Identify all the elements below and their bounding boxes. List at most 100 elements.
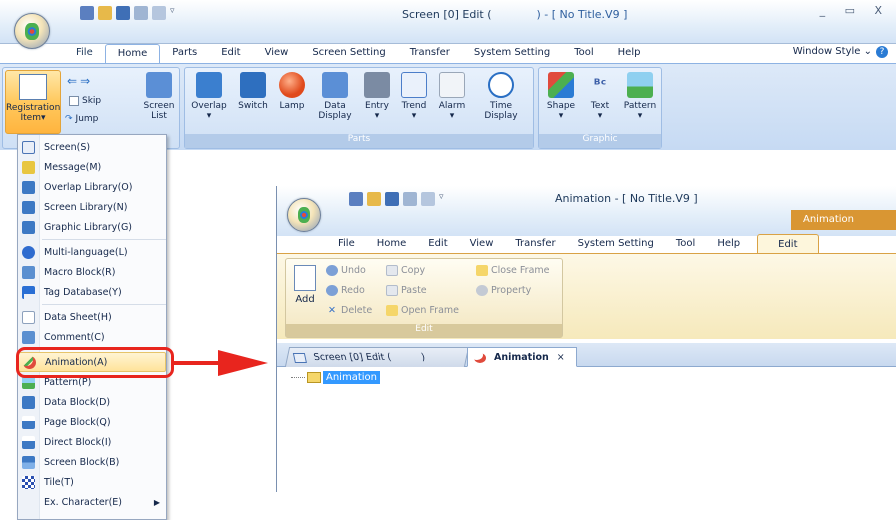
open-folder-icon[interactable] — [367, 192, 381, 206]
menu-item-tag-database[interactable]: Tag Database(Y) — [18, 282, 166, 302]
animation-doc-tab-label: Animation — [494, 352, 549, 363]
undo-icon[interactable] — [134, 6, 148, 20]
trend-button[interactable]: Trend ▾ — [397, 70, 431, 121]
tree-node-animation[interactable]: Animation — [323, 371, 380, 384]
delete-label: Delete — [341, 305, 373, 316]
save-icon[interactable] — [116, 6, 130, 20]
menu-item-data-sheet[interactable]: Data Sheet(H) — [18, 307, 166, 327]
menu-item-overlap-library[interactable]: Overlap Library(O) — [18, 177, 166, 197]
add-button[interactable]: Add — [290, 265, 320, 305]
pattern-button[interactable]: Pattern ▾ — [621, 70, 659, 121]
undo-icon[interactable] — [403, 192, 417, 206]
callout-arrow-head — [218, 350, 268, 376]
qat-customize-icon[interactable]: ▿ — [439, 192, 444, 206]
redo-icon[interactable] — [421, 192, 435, 206]
close-frame-folder-icon — [476, 265, 488, 276]
redo-button[interactable]: Redo — [326, 285, 365, 296]
animation-doc-tab[interactable]: Animation × — [467, 347, 577, 367]
tab-file[interactable]: File — [64, 44, 105, 64]
close-tab-icon[interactable]: × — [557, 352, 565, 363]
text-button[interactable]: ᴮᶜ Text ▾ — [583, 70, 617, 121]
menu-item-label: Multi-language(L) — [44, 246, 128, 258]
menu-item-label: Page Block(Q) — [44, 416, 111, 428]
tab-transfer[interactable]: Transfer — [398, 44, 462, 64]
undo-button[interactable]: Undo — [326, 265, 366, 276]
arrow-right-icon[interactable]: ⇒ — [80, 74, 90, 88]
alarm-button[interactable]: Alarm ▾ — [435, 70, 469, 121]
tab-file[interactable]: File — [327, 234, 366, 254]
switch-button[interactable]: Switch — [233, 70, 273, 111]
tab-view[interactable]: View — [459, 234, 505, 254]
menu-item-macro-block[interactable]: Macro Block(R) — [18, 262, 166, 282]
tab-parts[interactable]: Parts — [160, 44, 209, 64]
window-controls[interactable]: _ ▭ X — [820, 4, 890, 17]
application-orb-button[interactable] — [14, 13, 50, 49]
menu-item-ex-character[interactable]: Ex. Character(E) ▶ — [18, 492, 166, 512]
menu-item-comment[interactable]: Comment(C) — [18, 327, 166, 347]
menu-item-screen-library[interactable]: Screen Library(N) — [18, 197, 166, 217]
menu-item-data-block[interactable]: Data Block(D) — [18, 392, 166, 412]
entry-button[interactable]: Entry ▾ — [361, 70, 393, 121]
entry-label: Entry — [365, 101, 389, 111]
menu-item-tile[interactable]: Tile(T) — [18, 472, 166, 492]
tab-view[interactable]: View — [253, 44, 301, 64]
new-file-icon[interactable] — [80, 6, 94, 20]
overlap-button[interactable]: Overlap ▾ — [189, 70, 229, 121]
tab-help[interactable]: Help — [606, 44, 653, 64]
save-icon[interactable] — [385, 192, 399, 206]
registration-item-button[interactable]: Registration Item▾ — [5, 70, 61, 134]
menu-item-page-block[interactable]: Page Block(Q) — [18, 412, 166, 432]
tab-system-setting[interactable]: System Setting — [567, 234, 665, 254]
shape-button[interactable]: Shape ▾ — [543, 70, 579, 121]
tab-home[interactable]: Home — [366, 234, 418, 254]
quick-access-toolbar: ▿ — [80, 6, 175, 20]
tab-tool[interactable]: Tool — [562, 44, 605, 64]
close-frame-button[interactable]: Close Frame — [476, 265, 550, 276]
property-button[interactable]: Property — [476, 285, 531, 296]
menu-item-label: Graphic Library(G) — [44, 221, 133, 233]
lamp-button[interactable]: Lamp — [275, 70, 309, 111]
menu-item-message[interactable]: Message(M) — [18, 157, 166, 177]
jump-button[interactable]: ↷ Jump — [65, 114, 98, 124]
data-display-button[interactable]: Data Display — [315, 70, 355, 121]
copy-button[interactable]: Copy — [386, 265, 425, 276]
text-label: Text — [590, 101, 610, 111]
menu-item-graphic-library[interactable]: Graphic Library(G) — [18, 217, 166, 237]
open-frame-button[interactable]: Open Frame — [386, 305, 459, 316]
arrow-left-icon[interactable]: ⇐ — [67, 74, 77, 88]
tab-edit[interactable]: Edit — [209, 44, 252, 64]
folder-icon — [307, 372, 321, 383]
tab-screen-setting[interactable]: Screen Setting — [300, 44, 397, 64]
window-style-menu[interactable]: Window Style ⌄? — [793, 46, 888, 58]
menu-item-direct-block[interactable]: Direct Block(I) — [18, 432, 166, 452]
open-folder-icon[interactable] — [98, 6, 112, 20]
graphic-group: Shape ▾ ᴮᶜ Text ▾ Pattern ▾ Graphic — [538, 67, 662, 149]
tab-home[interactable]: Home — [104, 44, 161, 64]
menu-item-screen[interactable]: Screen(S) — [18, 137, 166, 157]
tab-animation-edit[interactable]: Edit — [757, 234, 819, 254]
delete-button[interactable]: ✕ Delete — [326, 305, 372, 316]
menu-item-screen-block[interactable]: Screen Block(B) — [18, 452, 166, 472]
qat-customize-icon[interactable]: ▿ — [170, 6, 175, 20]
highlight-callout — [16, 347, 174, 378]
help-icon[interactable]: ? — [876, 46, 888, 58]
time-display-button[interactable]: Time Display — [475, 70, 527, 121]
tab-system-setting[interactable]: System Setting — [462, 44, 562, 64]
redo-icon[interactable] — [152, 6, 166, 20]
screen-edit-doc-tab[interactable]: Screen [0] Edit ( ) — [284, 347, 470, 367]
screen-list-button[interactable]: Screen List — [139, 70, 179, 121]
tab-help[interactable]: Help — [706, 234, 751, 254]
animation-orb-button[interactable] — [287, 198, 321, 232]
tab-tool[interactable]: Tool — [665, 234, 706, 254]
menu-item-multi-language[interactable]: Multi-language(L) — [18, 242, 166, 262]
new-file-icon[interactable] — [349, 192, 363, 206]
skip-checkbox-box[interactable] — [69, 96, 79, 106]
tab-transfer[interactable]: Transfer — [504, 234, 566, 254]
back-forward-arrows[interactable]: ⇐ ⇒ — [67, 74, 90, 88]
entry-icon — [364, 72, 390, 98]
parts-group-label: Parts — [185, 134, 533, 148]
skip-checkbox[interactable]: Skip — [69, 96, 101, 106]
animation-window: ▿ Animation - [ No Title.V9 ] Animation … — [276, 186, 896, 492]
paste-button[interactable]: Paste — [386, 285, 427, 296]
tab-edit[interactable]: Edit — [417, 234, 458, 254]
